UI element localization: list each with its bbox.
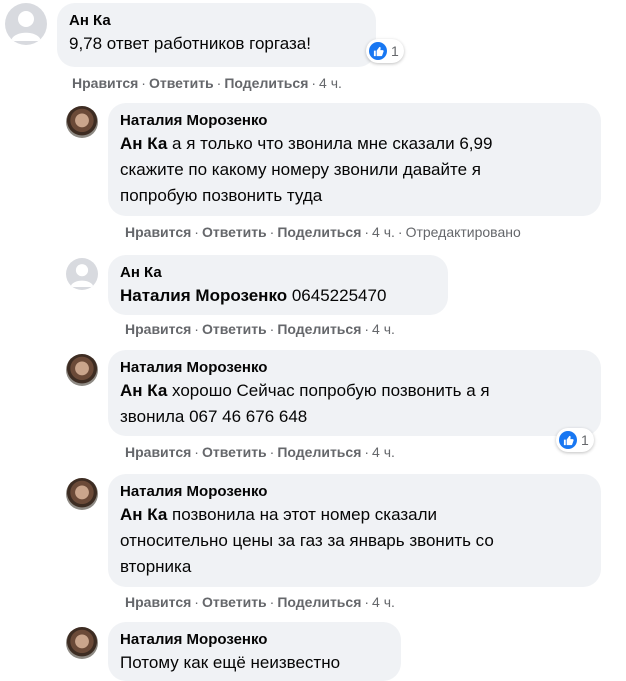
comment-author[interactable]: Наталия Морозенко bbox=[120, 358, 589, 378]
person-icon bbox=[70, 264, 94, 287]
avatar[interactable] bbox=[66, 478, 98, 510]
timestamp[interactable]: 4 ч. bbox=[319, 75, 342, 91]
comment-author[interactable]: Наталия Морозенко bbox=[120, 482, 589, 502]
timestamp[interactable]: 4 ч. bbox=[372, 444, 395, 460]
comment-author[interactable]: Ан Ка bbox=[69, 11, 364, 31]
comment-bubble: Наталия Морозенко Ан Ка хорошо Сейчас по… bbox=[108, 350, 601, 436]
share-link[interactable]: Поделиться bbox=[224, 75, 308, 91]
edited-label[interactable]: Отредактировано bbox=[406, 224, 521, 240]
comment-bubble: Наталия Морозенко Ан Ка а я только что з… bbox=[108, 103, 601, 216]
mention-link[interactable]: Ан Ка bbox=[120, 134, 167, 153]
comment-author[interactable]: Ан Ка bbox=[120, 263, 436, 283]
comment-bubble: Наталия Морозенко Потому как ещё неизвес… bbox=[108, 622, 401, 681]
share-link[interactable]: Поделиться bbox=[277, 224, 361, 240]
reply-link[interactable]: Ответить bbox=[202, 224, 267, 240]
avatar[interactable] bbox=[66, 106, 98, 138]
avatar[interactable] bbox=[5, 3, 47, 45]
share-link[interactable]: Поделиться bbox=[277, 444, 361, 460]
timestamp[interactable]: 4 ч. bbox=[372, 594, 395, 610]
comment-author[interactable]: Наталия Морозенко bbox=[120, 111, 589, 131]
reaction-count[interactable]: 1 bbox=[366, 39, 404, 63]
like-link[interactable]: Нравится bbox=[125, 224, 191, 240]
avatar[interactable] bbox=[66, 258, 98, 290]
comment-text: Ан Ка хорошо Сейчас попробую позвонить а… bbox=[120, 381, 490, 400]
comment-actions: Нравится · Ответить · Поделиться · 4 ч. bbox=[125, 594, 395, 610]
comment-actions: Нравится · Ответить · Поделиться · 4 ч. · Отреда… bbox=[125, 224, 521, 240]
like-link[interactable]: Нравится bbox=[125, 594, 191, 610]
share-link[interactable]: Поделиться bbox=[277, 594, 361, 610]
thumbs-up-icon bbox=[369, 42, 387, 60]
avatar[interactable] bbox=[66, 354, 98, 386]
comment-text: Наталия Морозенко 0645225470 bbox=[120, 286, 387, 305]
like-link[interactable]: Нравится bbox=[125, 444, 191, 460]
timestamp[interactable]: 4 ч. bbox=[372, 224, 395, 240]
comment-text: Потому как ещё неизвестно bbox=[120, 653, 341, 672]
reply-link[interactable]: Ответить bbox=[202, 594, 267, 610]
comment-text: 9,78 ответ работников горгаза! bbox=[69, 34, 311, 53]
reply-link[interactable]: Ответить bbox=[202, 321, 267, 337]
mention-link[interactable]: Ан Ка bbox=[120, 381, 167, 400]
mention-link[interactable]: Ан Ка bbox=[120, 505, 167, 524]
comment-actions: Нравится · Ответить · Поделиться · 4 ч. bbox=[125, 444, 395, 460]
comment-author[interactable]: Наталия Морозенко bbox=[120, 630, 389, 650]
reply-link[interactable]: Ответить bbox=[149, 75, 214, 91]
comment-bubble: Ан Ка 9,78 ответ работников горгаза! bbox=[57, 3, 376, 67]
comment-actions: Нравится · Ответить · Поделиться · 4 ч. bbox=[72, 75, 342, 91]
like-link[interactable]: Нравится bbox=[125, 321, 191, 337]
person-icon bbox=[11, 11, 41, 41]
comment-bubble: Ан Ка Наталия Морозенко 0645225470 bbox=[108, 255, 448, 315]
comment-actions: Нравится · Ответить · Поделиться · 4 ч. bbox=[125, 321, 395, 337]
comment-text: Ан Ка а я только что звонила мне сказали… bbox=[120, 134, 493, 153]
comment-text: Ан Ка позвонила на этот номер сказали bbox=[120, 505, 438, 524]
timestamp[interactable]: 4 ч. bbox=[372, 321, 395, 337]
like-link[interactable]: Нравится bbox=[72, 75, 138, 91]
share-link[interactable]: Поделиться bbox=[277, 321, 361, 337]
avatar[interactable] bbox=[66, 627, 98, 659]
mention-link[interactable]: Наталия Морозенко bbox=[120, 286, 287, 305]
comment-bubble: Наталия Морозенко Ан Ка позвонила на это… bbox=[108, 474, 601, 587]
thumbs-up-icon bbox=[559, 431, 577, 449]
reply-link[interactable]: Ответить bbox=[202, 444, 267, 460]
reaction-count[interactable]: 1 bbox=[556, 428, 594, 452]
